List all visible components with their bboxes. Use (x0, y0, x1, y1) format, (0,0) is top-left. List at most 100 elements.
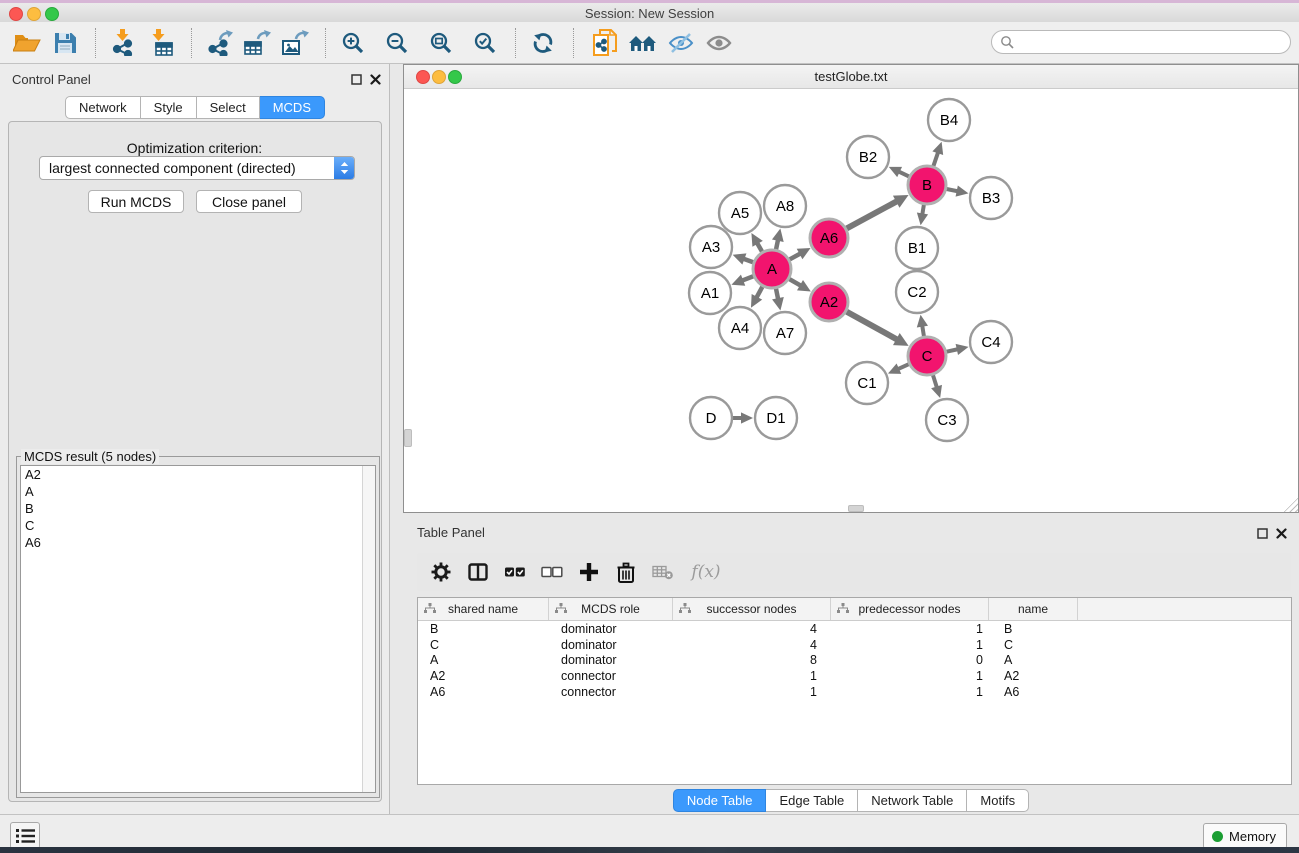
zoom-in-button[interactable] (336, 26, 370, 60)
edge-C-C4[interactable] (947, 349, 958, 351)
edge-A6-B[interactable] (847, 201, 898, 228)
table-tab-edge-table[interactable]: Edge Table (766, 789, 858, 812)
float-panel-icon[interactable] (350, 73, 363, 86)
memory-button[interactable]: Memory (1203, 823, 1287, 849)
edge-B-B4[interactable] (933, 152, 938, 166)
export-network-button[interactable] (202, 26, 236, 60)
edge-C-C2[interactable] (922, 326, 924, 337)
tab-mcds[interactable]: MCDS (260, 96, 325, 119)
edge-C-C1[interactable] (898, 364, 909, 369)
table-row[interactable]: Cdominator41C (418, 637, 1291, 653)
table-row[interactable]: A2connector11A2 (418, 668, 1291, 684)
edge-A-A2[interactable] (789, 279, 801, 286)
criterion-dropdown[interactable]: largest connected component (directed) (39, 156, 355, 180)
import-table-button[interactable] (144, 26, 178, 60)
table-tab-network-table[interactable]: Network Table (858, 789, 967, 812)
network-from-file-button[interactable] (588, 26, 622, 60)
run-mcds-button[interactable]: Run MCDS (88, 190, 184, 213)
edge-A2-C[interactable] (847, 312, 898, 340)
apply-layout-button[interactable] (526, 26, 560, 60)
column-header-mcds-role[interactable]: MCDS role (549, 598, 673, 620)
search-field[interactable] (991, 30, 1291, 54)
table-cell[interactable]: 1 (831, 685, 989, 699)
edge-A-A7[interactable] (776, 289, 778, 300)
edge-B-B3[interactable] (947, 189, 958, 191)
zoom-fit-button[interactable] (424, 26, 458, 60)
network-graph[interactable]: B4B2BB3A5A8A6B1A3AC2A1A2A4A7CC4C1C3DD1 (404, 89, 1298, 512)
close-panel-icon[interactable] (369, 73, 382, 86)
table-row[interactable]: A6connector11A6 (418, 684, 1291, 700)
table-cell[interactable]: A (989, 653, 1078, 667)
table-cell[interactable]: A6 (418, 685, 549, 699)
table-tab-node-table[interactable]: Node Table (673, 789, 767, 812)
home-button[interactable] (626, 26, 660, 60)
table-float-panel-icon[interactable] (1256, 527, 1269, 540)
column-header-successor-nodes[interactable]: successor nodes (673, 598, 831, 620)
table-cell[interactable]: A2 (989, 669, 1078, 683)
export-table-button[interactable] (240, 26, 274, 60)
edge-A-A1[interactable] (742, 276, 753, 280)
show-graphics-details-button[interactable] (702, 26, 736, 60)
edge-B-B2[interactable] (899, 172, 909, 177)
task-history-button[interactable] (10, 822, 40, 849)
table-close-panel-icon[interactable] (1275, 527, 1288, 540)
edge-A-A6[interactable] (790, 254, 801, 260)
table-cell[interactable]: 4 (673, 622, 831, 636)
edge-A-A3[interactable] (743, 259, 753, 263)
table-row[interactable]: Bdominator41B (418, 621, 1291, 637)
delete-table-button[interactable] (651, 559, 675, 585)
table-cell[interactable]: A (418, 653, 549, 667)
create-column-button[interactable] (577, 559, 601, 585)
zoom-selected-button[interactable] (468, 26, 502, 60)
tab-style[interactable]: Style (141, 96, 197, 119)
edge-C-C3[interactable] (933, 375, 937, 387)
table-cell[interactable]: 1 (831, 622, 989, 636)
table-cell[interactable]: dominator (549, 653, 673, 667)
delete-column-button[interactable] (614, 559, 638, 585)
mcds-result-item[interactable]: B (21, 500, 375, 517)
export-image-button[interactable] (278, 26, 312, 60)
table-cell[interactable]: 4 (673, 638, 831, 652)
table-row[interactable]: Adominator80A (418, 653, 1291, 669)
column-header-shared-name[interactable]: shared name (418, 598, 549, 620)
mcds-result-item[interactable]: A2 (21, 466, 375, 483)
table-cell[interactable]: 0 (831, 653, 989, 667)
node-table[interactable]: shared nameMCDS rolesuccessor nodesprede… (417, 597, 1292, 785)
table-cell[interactable]: dominator (549, 622, 673, 636)
column-header-name[interactable]: name (989, 598, 1078, 620)
table-cell[interactable]: C (418, 638, 549, 652)
table-cell[interactable]: C (989, 638, 1078, 652)
table-cell[interactable]: 1 (831, 638, 989, 652)
hide-graphics-details-button[interactable] (664, 26, 698, 60)
column-header-predecessor-nodes[interactable]: predecessor nodes (831, 598, 989, 620)
mcds-result-item[interactable]: A6 (21, 534, 375, 551)
result-scrollbar[interactable] (362, 466, 375, 792)
table-cell[interactable]: 1 (673, 669, 831, 683)
network-canvas[interactable]: B4B2BB3A5A8A6B1A3AC2A1A2A4A7CC4C1C3DD1 (404, 89, 1298, 512)
zoom-out-button[interactable] (380, 26, 414, 60)
mcds-result-item[interactable]: A (21, 483, 375, 500)
edge-A-A4[interactable] (756, 287, 762, 298)
show-columns-button[interactable] (466, 559, 490, 585)
tab-select[interactable]: Select (197, 96, 260, 119)
tab-network[interactable]: Network (65, 96, 141, 119)
unselect-all-button[interactable] (540, 559, 564, 585)
select-all-button[interactable] (503, 559, 527, 585)
mcds-result-item[interactable]: C (21, 517, 375, 534)
table-cell[interactable]: connector (549, 685, 673, 699)
import-network-button[interactable] (106, 26, 140, 60)
table-cell[interactable]: 1 (673, 685, 831, 699)
open-session-button[interactable] (10, 26, 44, 60)
table-cell[interactable]: 1 (831, 669, 989, 683)
table-cell[interactable]: connector (549, 669, 673, 683)
table-cell[interactable]: B (418, 622, 549, 636)
horizontal-scroll-thumb[interactable] (848, 505, 864, 512)
edge-A-A5[interactable] (757, 243, 762, 252)
table-cell[interactable]: dominator (549, 638, 673, 652)
function-builder-button[interactable]: f(x) (688, 559, 724, 585)
table-cell[interactable]: A2 (418, 669, 549, 683)
edge-B-B1[interactable] (922, 205, 924, 215)
column-settings-button[interactable] (429, 559, 453, 585)
close-panel-button[interactable]: Close panel (196, 190, 302, 213)
edge-A-A8[interactable] (776, 240, 778, 250)
